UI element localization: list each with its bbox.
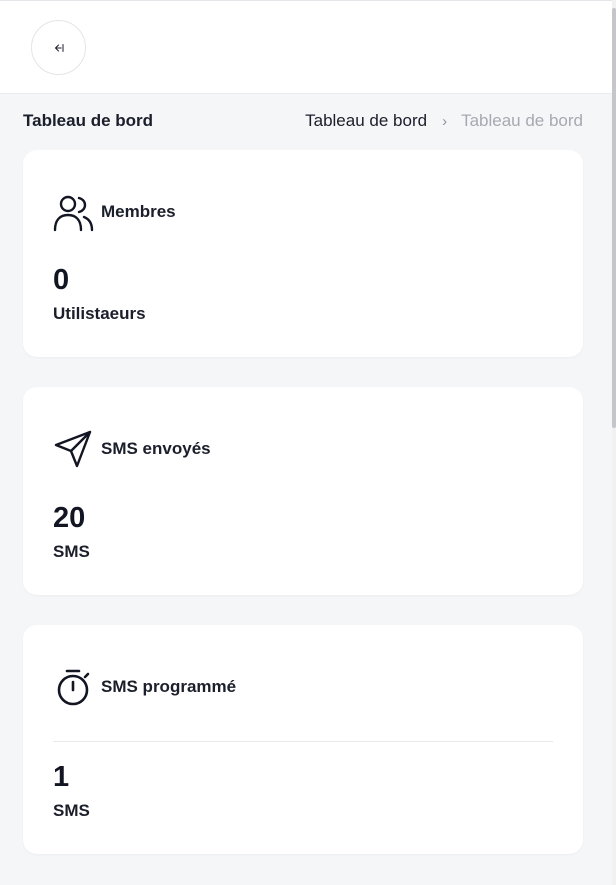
scrollbar-thumb[interactable] bbox=[612, 8, 616, 428]
members-unit: Utilistaeurs bbox=[53, 304, 146, 323]
card-label: Membres bbox=[101, 202, 176, 221]
card-header: SMS envoyés bbox=[53, 427, 211, 471]
breadcrumb-link[interactable]: Tableau de bord bbox=[305, 111, 427, 131]
card-label: SMS programmé bbox=[101, 677, 237, 696]
breadcrumb: Tableau de bord › Tableau de bord bbox=[305, 111, 583, 131]
send-icon bbox=[51, 427, 95, 471]
page-title: Tableau de bord bbox=[23, 111, 154, 130]
sms-sent-unit: SMS bbox=[53, 542, 90, 561]
sms-scheduled-card: SMS programmé 1 SMS bbox=[23, 625, 583, 854]
collapse-sidebar-button[interactable] bbox=[31, 20, 86, 75]
top-bar bbox=[0, 0, 612, 94]
card-divider bbox=[53, 741, 553, 742]
breadcrumb-current: Tableau de bord bbox=[461, 111, 583, 130]
sms-scheduled-count: 1 bbox=[53, 761, 70, 793]
page-scrollbar[interactable] bbox=[612, 0, 616, 885]
users-icon bbox=[51, 190, 95, 234]
card-header: SMS programmé bbox=[53, 665, 236, 709]
sms-sent-card: SMS envoyés 20 SMS bbox=[23, 387, 583, 595]
breadcrumb-separator-icon: › bbox=[442, 112, 448, 130]
stopwatch-icon bbox=[51, 665, 95, 709]
sms-sent-count: 20 bbox=[53, 502, 86, 534]
card-header: Membres bbox=[53, 190, 176, 234]
members-count: 0 bbox=[53, 264, 70, 296]
card-label: SMS envoyés bbox=[101, 439, 211, 458]
sms-scheduled-unit: SMS bbox=[53, 801, 90, 820]
page-header: Tableau de bord Tableau de bord › Tablea… bbox=[23, 108, 583, 136]
members-card: Membres 0 Utilistaeurs bbox=[23, 150, 583, 357]
collapse-sidebar-icon bbox=[54, 43, 63, 52]
